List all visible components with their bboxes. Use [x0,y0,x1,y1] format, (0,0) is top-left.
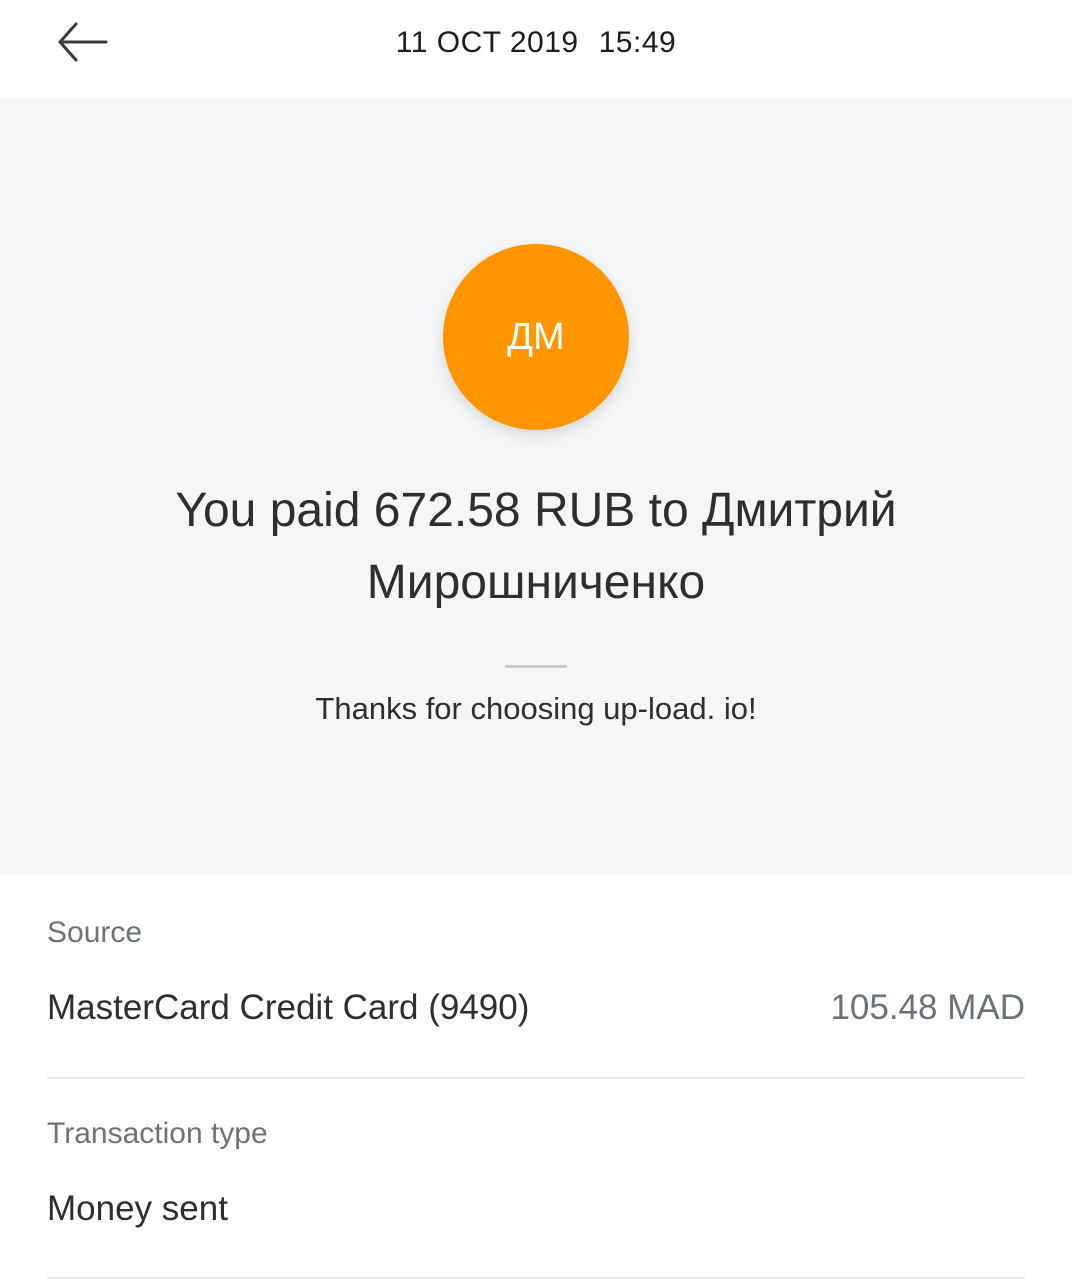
payment-headline: You paid 672.58 RUB to Дмитрий Мирошниче… [175,484,897,609]
thanks-message: Thanks for choosing up-load. io! [315,691,757,726]
transaction-type-value: Money sent [47,1189,228,1228]
divider [505,665,567,668]
transaction-datetime: 11 OCT 2019 15:49 [0,26,1072,60]
transaction-time: 15:49 [598,26,677,59]
source-amount: 105.48 MAD [830,988,1025,1027]
avatar: ДМ [443,244,629,430]
row-divider [47,1277,1025,1279]
top-bar: 11 OCT 2019 15:49 [0,0,1072,99]
payment-summary: ДМ You paid 672.58 RUB to Дмитрий Мирошн… [0,99,1072,874]
avatar-initials: ДМ [507,315,565,358]
row-divider [47,1077,1025,1079]
transaction-type-label: Transaction type [47,1117,268,1150]
source-value: MasterCard Credit Card (9490) [47,988,530,1027]
transaction-date: 11 OCT 2019 [395,26,579,59]
source-label: Source [47,916,143,949]
